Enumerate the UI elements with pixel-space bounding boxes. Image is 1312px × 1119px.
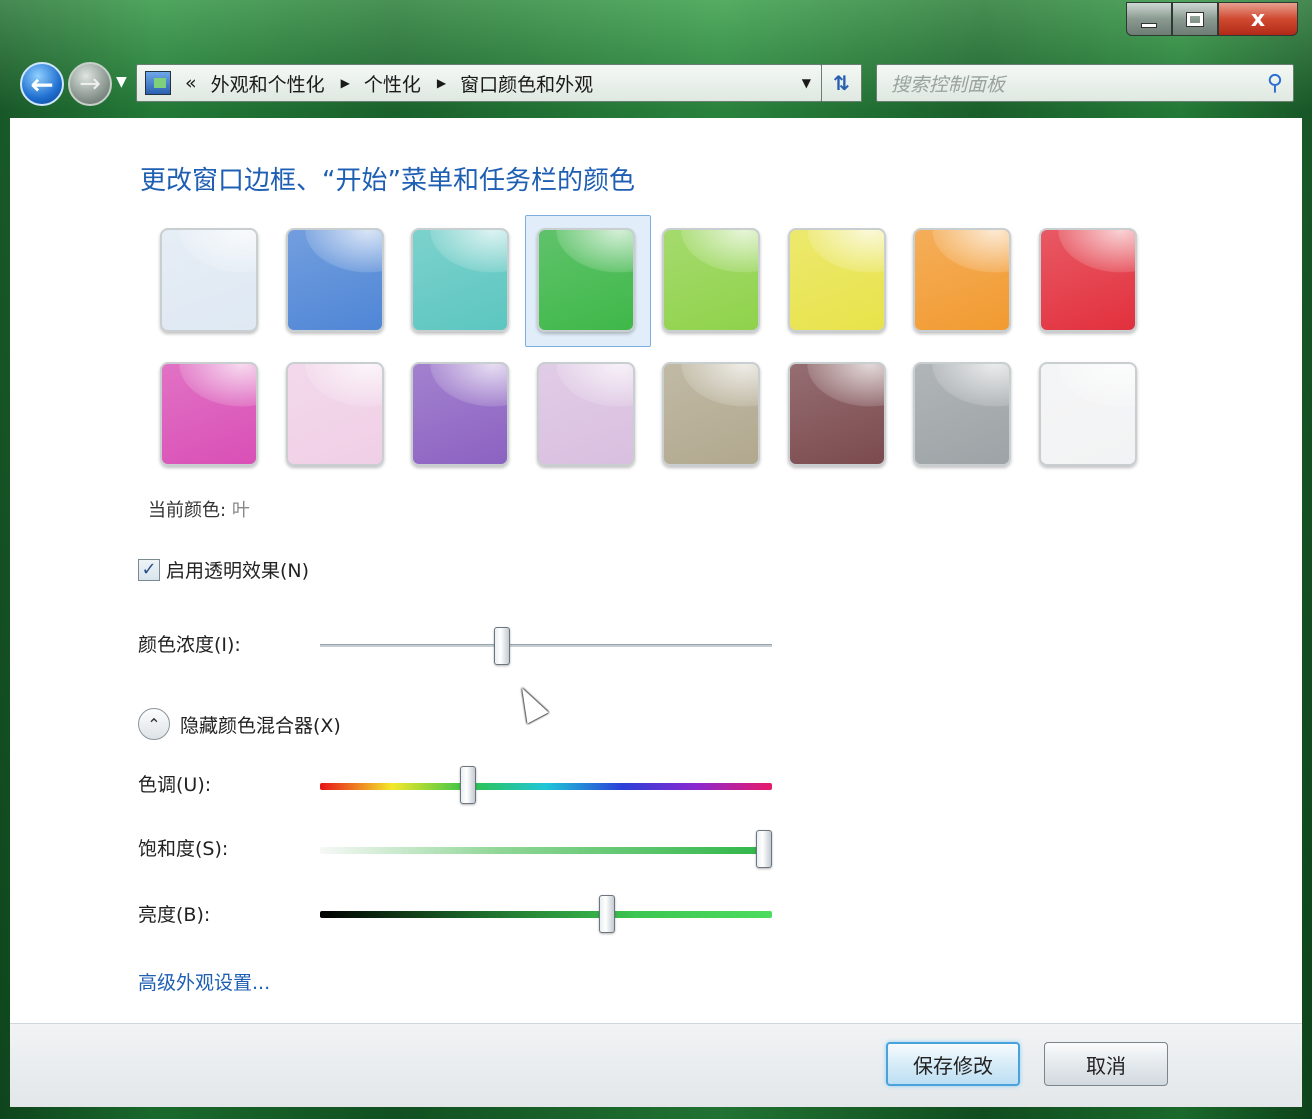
color-swatch[interactable]	[536, 228, 635, 332]
maximize-button[interactable]	[1172, 2, 1218, 36]
transparency-checkbox-row[interactable]: ✓ 启用透明效果(N)	[138, 556, 309, 583]
color-swatch[interactable]	[662, 362, 760, 466]
brightness-slider-thumb[interactable]	[599, 895, 616, 933]
color-swatch[interactable]	[662, 228, 760, 332]
close-button[interactable]: x	[1218, 2, 1298, 36]
intensity-label: 颜色浓度(I):	[138, 634, 241, 656]
brightness-track[interactable]	[320, 911, 772, 918]
color-swatch[interactable]	[160, 228, 258, 332]
color-swatch[interactable]	[1038, 228, 1137, 332]
brightness-label: 亮度(B):	[138, 904, 211, 926]
color-swatch[interactable]	[913, 362, 1011, 466]
saturation-label: 饱和度(S):	[138, 838, 229, 860]
color-swatch[interactable]	[285, 228, 384, 332]
maximize-icon	[1186, 11, 1204, 27]
advanced-appearance-link[interactable]: 高级外观设置...	[138, 968, 270, 995]
chevron-up-icon[interactable]: ⌃	[138, 708, 170, 740]
hue-slider-thumb[interactable]	[459, 766, 476, 804]
color-swatch[interactable]	[1038, 362, 1137, 466]
current-color: 当前颜色: 叶	[148, 496, 250, 522]
search-input[interactable]: 搜索控制面板 ⚲	[876, 64, 1294, 102]
breadcrumb-separator-icon[interactable]: ▶	[437, 76, 446, 90]
transparency-checkbox[interactable]: ✓	[138, 558, 160, 581]
recent-pages-dropdown[interactable]: ▼	[116, 74, 127, 90]
arrow-left-icon: ←	[30, 67, 54, 101]
color-swatch[interactable]	[787, 362, 886, 466]
color-swatch[interactable]	[160, 362, 258, 466]
search-placeholder: 搜索控制面板	[891, 73, 1006, 96]
back-button[interactable]: ←	[20, 62, 64, 106]
address-dropdown-icon[interactable]: ▼	[802, 76, 811, 90]
color-swatch[interactable]	[787, 228, 886, 332]
caption-buttons: x	[1126, 2, 1298, 36]
minimize-button[interactable]	[1126, 2, 1172, 36]
search-icon[interactable]: ⚲	[1267, 71, 1283, 96]
breadcrumb-separator-icon[interactable]: ▶	[341, 76, 350, 90]
refresh-icon: ⇅	[833, 71, 850, 95]
chevron-down-icon: ▼	[116, 74, 127, 90]
address-overflow[interactable]: «	[185, 72, 197, 94]
saturation-track[interactable]	[320, 847, 772, 854]
intensity-track[interactable]	[320, 644, 772, 647]
control-panel-icon	[145, 71, 171, 95]
arrow-right-icon: →	[79, 69, 101, 99]
address-bar[interactable]: « 外观和个性化 ▶ 个性化 ▶ 窗口颜色和外观 ▼	[136, 64, 822, 102]
hue-label: 色调(U):	[138, 774, 212, 796]
color-swatch[interactable]	[913, 228, 1011, 332]
intensity-slider-thumb[interactable]	[494, 627, 511, 665]
color-swatch[interactable]	[536, 362, 635, 466]
save-button[interactable]: 保存修改	[886, 1042, 1020, 1086]
hue-track[interactable]	[320, 783, 772, 790]
refresh-button[interactable]: ⇅	[822, 64, 862, 102]
main-content: 更改窗口边框、“开始”菜单和任务栏的颜色 当前颜色: 叶 ✓ 启用透明效果(N)…	[10, 118, 1302, 1023]
close-icon: x	[1250, 6, 1266, 32]
current-color-value: 叶	[231, 500, 250, 521]
forward-button[interactable]: →	[68, 62, 112, 106]
mouse-pointer-icon	[511, 682, 549, 724]
color-swatch[interactable]	[411, 228, 509, 332]
minimize-icon	[1141, 22, 1157, 28]
saturation-slider-thumb[interactable]	[756, 830, 772, 868]
window-frame: x ← → ▼ « 外观和个性化 ▶ 个性化 ▶ 窗口颜色和外观 ▼ ⇅ 搜索控…	[0, 0, 1312, 1119]
current-color-label: 当前颜色:	[148, 500, 227, 521]
dialog-footer: 保存修改 取消	[10, 1023, 1302, 1107]
breadcrumb-personalization[interactable]: 个性化	[364, 70, 421, 97]
color-swatch[interactable]	[285, 362, 384, 466]
breadcrumb-appearance[interactable]: 外观和个性化	[211, 70, 325, 97]
transparency-label: 启用透明效果(N)	[166, 560, 310, 582]
color-mixer-toggle[interactable]: ⌃ 隐藏颜色混合器(X)	[138, 708, 341, 740]
color-swatch[interactable]	[411, 362, 509, 466]
cancel-button[interactable]: 取消	[1044, 1042, 1168, 1086]
page-title: 更改窗口边框、“开始”菜单和任务栏的颜色	[140, 166, 635, 196]
breadcrumb-window-color[interactable]: 窗口颜色和外观	[460, 70, 593, 97]
color-mixer-label: 隐藏颜色混合器(X)	[180, 714, 341, 737]
